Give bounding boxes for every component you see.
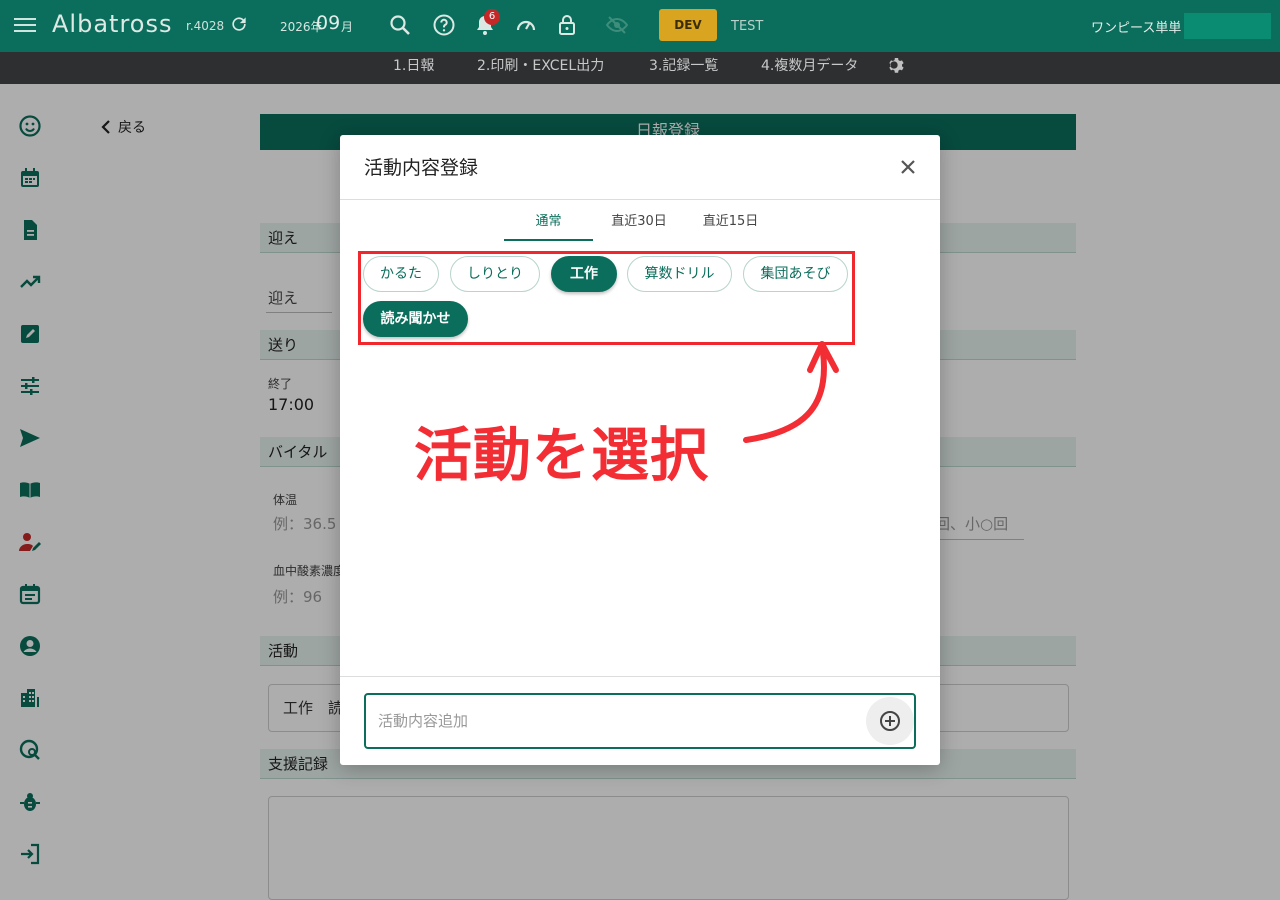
annotation-label: 活動を選択: [414, 421, 710, 489]
tab-last-30-days[interactable]: 直近30日: [605, 210, 673, 229]
active-tab-indicator: [504, 239, 593, 241]
subnav-item-records[interactable]: 3.記録一覧: [649, 55, 718, 75]
dialog-title: 活動内容登録: [364, 157, 479, 179]
help-icon[interactable]: [432, 13, 456, 37]
add-activity-field: [364, 693, 916, 749]
user-menu[interactable]: [1184, 13, 1271, 39]
add-activity-button[interactable]: [866, 697, 914, 745]
search-icon[interactable]: [388, 13, 412, 37]
tab-last-15-days[interactable]: 直近15日: [697, 210, 764, 229]
subnav-item-print[interactable]: 2.印刷・EXCEL出力: [477, 55, 604, 75]
subnav-item-daily[interactable]: 1.日報: [393, 55, 434, 75]
dialog-divider: [340, 199, 940, 200]
speedometer-icon[interactable]: [514, 13, 538, 37]
visibility-off-icon[interactable]: [605, 13, 629, 37]
sub-navigation: 1.日報 2.印刷・EXCEL出力 3.記録一覧 4.複数月データ: [0, 52, 1280, 84]
subnav-item-multi-month[interactable]: 4.複数月データ: [761, 55, 858, 75]
annotation-arrow-icon: [743, 341, 839, 443]
notification-badge: 6: [484, 9, 500, 25]
add-circle-icon: [880, 711, 900, 731]
reload-icon[interactable]: [229, 14, 249, 34]
lock-icon[interactable]: [555, 13, 579, 37]
add-activity-input[interactable]: [378, 709, 858, 733]
close-icon[interactable]: [896, 155, 920, 179]
dialog-footer-divider: [340, 676, 940, 677]
env-label: TEST: [731, 19, 764, 34]
menu-icon[interactable]: [14, 15, 36, 37]
app-brand[interactable]: Albatross: [52, 10, 172, 38]
month-suffix: 月: [341, 20, 354, 34]
tab-normal[interactable]: 通常: [520, 210, 577, 229]
month-value[interactable]: 09: [316, 12, 340, 34]
env-badge[interactable]: DEV: [659, 9, 717, 41]
user-name[interactable]: ワンピース単単: [1091, 17, 1181, 36]
top-app-bar: Albatross r.4028 2026年 09 月 6 DEV TEST ワ…: [0, 0, 1280, 52]
gear-icon[interactable]: [883, 54, 905, 76]
revision-label: r.4028: [186, 19, 225, 33]
